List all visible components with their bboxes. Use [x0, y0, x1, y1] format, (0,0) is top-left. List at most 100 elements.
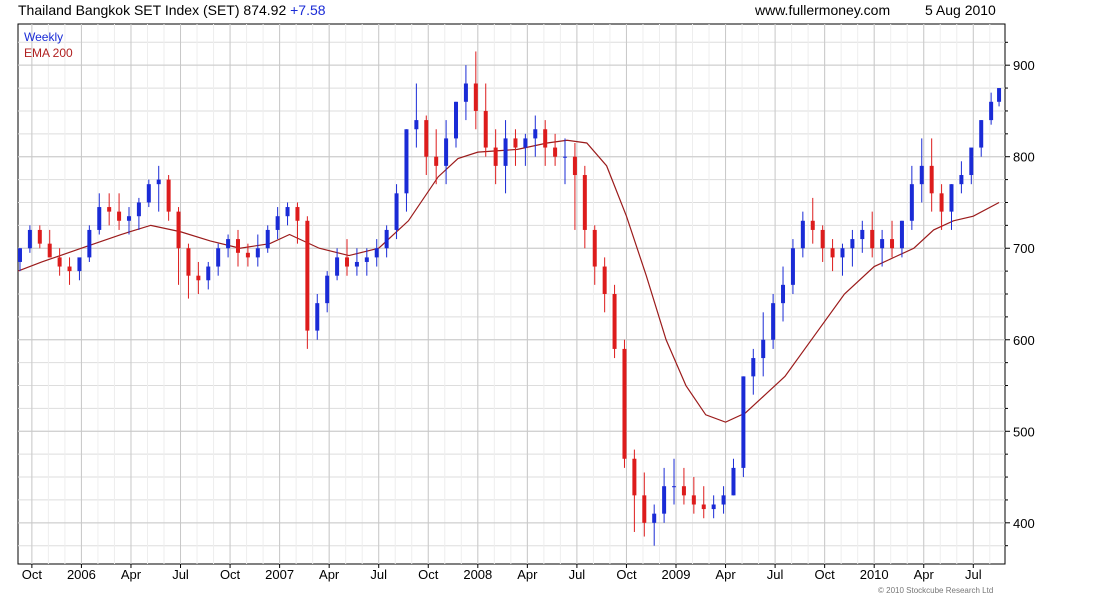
- x-tick-label: Jul: [767, 567, 784, 582]
- candle-body: [979, 120, 984, 148]
- candle-body: [345, 257, 349, 267]
- candle-body: [642, 495, 647, 523]
- candle-body: [444, 138, 449, 166]
- candle-body: [781, 284, 786, 304]
- legend-weekly: Weekly: [24, 30, 64, 44]
- x-tick-label: Jul: [370, 567, 387, 582]
- x-tick-label: 2010: [860, 567, 889, 582]
- candle-body: [57, 257, 62, 267]
- y-tick-label: 500: [1013, 424, 1035, 439]
- candle-body: [265, 229, 270, 249]
- candle-body: [226, 239, 231, 249]
- candle-body: [830, 248, 835, 258]
- candle-body: [622, 348, 627, 459]
- x-tick-label: 2006: [67, 567, 96, 582]
- candle-body: [850, 239, 855, 249]
- candle-body: [245, 252, 250, 258]
- candle-body: [414, 120, 419, 130]
- candle-body: [592, 229, 597, 267]
- price-chart: 400 500 600 700 800 900 Oct 2006 Apr Jul Oct 2007 A…: [17, 23, 1035, 582]
- candle-body: [949, 184, 954, 212]
- x-tick-label: Jul: [569, 567, 586, 582]
- candle-body: [235, 239, 240, 253]
- candle-body: [315, 303, 320, 331]
- candle-body: [186, 248, 191, 276]
- y-tick-label: 400: [1013, 516, 1035, 531]
- x-tick-label: 2008: [463, 567, 492, 582]
- candle-body: [602, 266, 607, 294]
- x-tick-label: Oct: [22, 567, 43, 582]
- candle-body: [909, 184, 914, 221]
- candle-body: [454, 101, 459, 139]
- candle-body: [751, 358, 756, 377]
- x-tick-label: Apr: [121, 567, 142, 582]
- candle-body: [305, 220, 310, 331]
- candle-body: [216, 248, 221, 267]
- candle-body: [384, 229, 389, 249]
- candle-body: [890, 239, 895, 249]
- x-tick-label: Oct: [418, 567, 439, 582]
- candle-body: [840, 248, 845, 258]
- candle-body: [997, 88, 1002, 102]
- candle-body: [711, 504, 716, 510]
- candle-body: [196, 275, 201, 281]
- candle-body: [820, 229, 825, 249]
- candle-body: [810, 220, 815, 230]
- candle-body: [681, 486, 686, 496]
- candle-body: [731, 467, 736, 496]
- candle-body: [463, 83, 468, 102]
- candle-body: [354, 261, 359, 267]
- candle-body: [136, 202, 141, 217]
- candle-body: [364, 257, 369, 262]
- x-tick-label: Oct: [220, 567, 241, 582]
- candle-body: [483, 110, 488, 148]
- candle-body: [701, 504, 706, 510]
- candle-body: [27, 229, 32, 249]
- candle-body: [146, 184, 151, 203]
- candle-body: [572, 156, 577, 176]
- candle-body: [939, 193, 944, 212]
- candle-body: [37, 229, 42, 244]
- copyright-notice: © 2010 Stockcube Research Ltd: [878, 586, 994, 595]
- x-tick-label: Apr: [319, 567, 340, 582]
- x-tick-label: Apr: [517, 567, 538, 582]
- y-tick-label: 700: [1013, 241, 1035, 256]
- candle-body: [17, 248, 22, 262]
- candle-body: [553, 147, 558, 157]
- candle-body: [860, 229, 865, 240]
- candle-body: [513, 138, 518, 148]
- x-tick-label: Oct: [815, 567, 836, 582]
- candle-body: [691, 495, 696, 505]
- candle-body: [166, 179, 171, 212]
- candle-body: [612, 294, 617, 349]
- candle-body: [117, 211, 122, 221]
- candle-body: [424, 120, 429, 157]
- candle-body: [176, 211, 181, 249]
- candle-body: [929, 165, 934, 194]
- x-tick-label: 2007: [265, 567, 294, 582]
- candle-body: [790, 248, 795, 285]
- candle-body: [394, 193, 399, 230]
- candle-body: [870, 229, 875, 249]
- x-tick-label: Apr: [715, 567, 736, 582]
- candle-body: [800, 220, 805, 249]
- candle-body: [404, 129, 409, 194]
- candle-body: [503, 138, 508, 166]
- candle-body: [295, 207, 300, 221]
- candle-body: [919, 165, 924, 185]
- candle-body: [771, 303, 776, 340]
- candle-body: [255, 248, 260, 258]
- y-axis: 400 500 600 700 800 900: [1005, 41, 1035, 547]
- candle-body: [523, 138, 528, 148]
- candle-body: [761, 339, 766, 359]
- candle-body: [969, 147, 974, 176]
- candle-body: [77, 257, 82, 272]
- x-tick-label: Jul: [172, 567, 189, 582]
- candle-body: [741, 376, 746, 468]
- candle-body: [672, 486, 677, 488]
- candle-body: [721, 495, 726, 505]
- x-tick-label: Jul: [965, 567, 982, 582]
- candle-body: [880, 239, 885, 249]
- candle-body: [47, 243, 52, 258]
- candle-body: [662, 486, 667, 514]
